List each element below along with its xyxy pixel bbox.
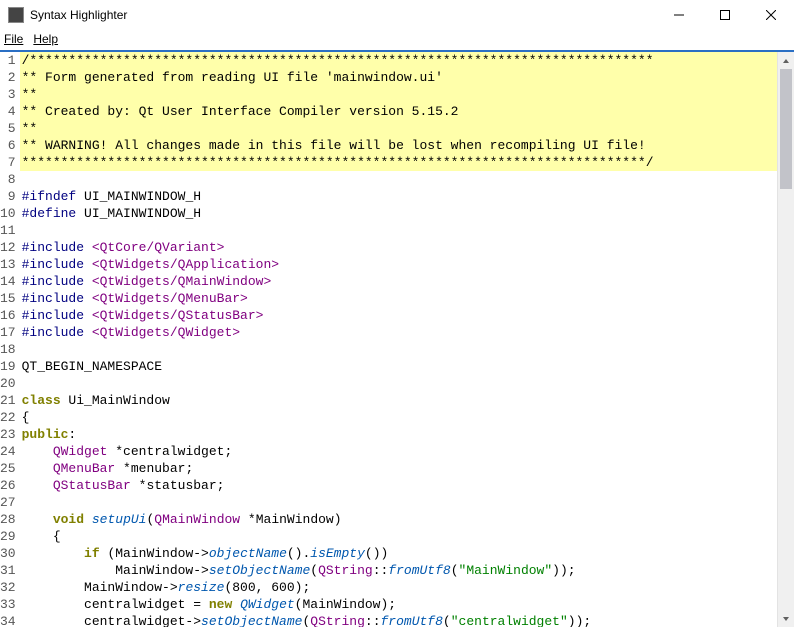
code-line[interactable]: #include <QtCore/QVariant> <box>20 239 794 256</box>
code-line[interactable]: #define UI_MAINWINDOW_H <box>20 205 794 222</box>
code-line[interactable]: ****************************************… <box>20 154 794 171</box>
code-line[interactable]: QT_BEGIN_NAMESPACE <box>20 358 794 375</box>
app-icon <box>8 7 24 23</box>
line-number: 22 <box>0 409 16 426</box>
line-number: 14 <box>0 273 16 290</box>
code-line[interactable]: if (MainWindow->objectName().isEmpty()) <box>20 545 794 562</box>
code-line[interactable]: ** <box>20 120 794 137</box>
scroll-up-arrow[interactable] <box>778 52 794 69</box>
line-number: 17 <box>0 324 16 341</box>
line-number: 32 <box>0 579 16 596</box>
code-line[interactable]: QMenuBar *menubar; <box>20 460 794 477</box>
code-line[interactable]: #include <QtWidgets/QStatusBar> <box>20 307 794 324</box>
code-line[interactable]: MainWindow->setObjectName(QString::fromU… <box>20 562 794 579</box>
code-line[interactable]: centralwidget = new QWidget(MainWindow); <box>20 596 794 613</box>
menu-bar: File Help <box>0 30 794 50</box>
code-line[interactable]: ** Created by: Qt User Interface Compile… <box>20 103 794 120</box>
window-title: Syntax Highlighter <box>30 8 656 22</box>
code-line[interactable]: QStatusBar *statusbar; <box>20 477 794 494</box>
line-number: 28 <box>0 511 16 528</box>
close-button[interactable] <box>748 0 794 29</box>
line-number: 29 <box>0 528 16 545</box>
line-number: 2 <box>0 69 16 86</box>
maximize-icon <box>720 10 730 20</box>
code-line[interactable]: MainWindow->resize(800, 600); <box>20 579 794 596</box>
code-line[interactable] <box>20 222 794 239</box>
line-number: 31 <box>0 562 16 579</box>
line-number: 19 <box>0 358 16 375</box>
window-controls <box>656 0 794 29</box>
vertical-scrollbar[interactable] <box>777 52 794 627</box>
minimize-button[interactable] <box>656 0 702 29</box>
code-line[interactable]: ** Form generated from reading UI file '… <box>20 69 794 86</box>
line-number: 5 <box>0 120 16 137</box>
code-line[interactable] <box>20 494 794 511</box>
code-line[interactable]: /***************************************… <box>20 52 794 69</box>
menu-help[interactable]: Help <box>33 32 58 46</box>
line-number-gutter: 1234567891011121314151617181920212223242… <box>0 52 20 627</box>
code-line[interactable]: centralwidget->setObjectName(QString::fr… <box>20 613 794 627</box>
line-number: 6 <box>0 137 16 154</box>
line-number: 13 <box>0 256 16 273</box>
code-line[interactable]: #include <QtWidgets/QWidget> <box>20 324 794 341</box>
code-line[interactable]: public: <box>20 426 794 443</box>
code-line[interactable]: ** WARNING! All changes made in this fil… <box>20 137 794 154</box>
code-line[interactable]: void setupUi(QMainWindow *MainWindow) <box>20 511 794 528</box>
line-number: 15 <box>0 290 16 307</box>
line-number: 21 <box>0 392 16 409</box>
title-bar: Syntax Highlighter <box>0 0 794 30</box>
scrollbar-thumb[interactable] <box>780 69 792 189</box>
line-number: 9 <box>0 188 16 205</box>
minimize-icon <box>674 10 684 20</box>
menu-file[interactable]: File <box>4 32 23 46</box>
code-line[interactable]: QWidget *centralwidget; <box>20 443 794 460</box>
line-number: 10 <box>0 205 16 222</box>
line-number: 26 <box>0 477 16 494</box>
line-number: 7 <box>0 154 16 171</box>
line-number: 34 <box>0 613 16 627</box>
line-number: 3 <box>0 86 16 103</box>
close-icon <box>766 10 776 20</box>
code-line[interactable]: { <box>20 409 794 426</box>
code-line[interactable]: #ifndef UI_MAINWINDOW_H <box>20 188 794 205</box>
code-line[interactable] <box>20 341 794 358</box>
code-editor[interactable]: 1234567891011121314151617181920212223242… <box>0 52 794 627</box>
chevron-up-icon <box>782 57 790 65</box>
code-line[interactable] <box>20 171 794 188</box>
code-line[interactable]: ** <box>20 86 794 103</box>
code-line[interactable]: #include <QtWidgets/QMenuBar> <box>20 290 794 307</box>
scroll-down-arrow[interactable] <box>778 610 794 627</box>
line-number: 16 <box>0 307 16 324</box>
code-line[interactable]: { <box>20 528 794 545</box>
code-line[interactable] <box>20 375 794 392</box>
line-number: 25 <box>0 460 16 477</box>
maximize-button[interactable] <box>702 0 748 29</box>
code-line[interactable]: #include <QtWidgets/QApplication> <box>20 256 794 273</box>
code-line[interactable]: #include <QtWidgets/QMainWindow> <box>20 273 794 290</box>
line-number: 4 <box>0 103 16 120</box>
line-number: 11 <box>0 222 16 239</box>
line-number: 24 <box>0 443 16 460</box>
code-content[interactable]: /***************************************… <box>20 52 794 627</box>
code-line[interactable]: class Ui_MainWindow <box>20 392 794 409</box>
line-number: 12 <box>0 239 16 256</box>
line-number: 30 <box>0 545 16 562</box>
line-number: 33 <box>0 596 16 613</box>
chevron-down-icon <box>782 615 790 623</box>
line-number: 18 <box>0 341 16 358</box>
line-number: 1 <box>0 52 16 69</box>
line-number: 27 <box>0 494 16 511</box>
line-number: 8 <box>0 171 16 188</box>
line-number: 23 <box>0 426 16 443</box>
line-number: 20 <box>0 375 16 392</box>
